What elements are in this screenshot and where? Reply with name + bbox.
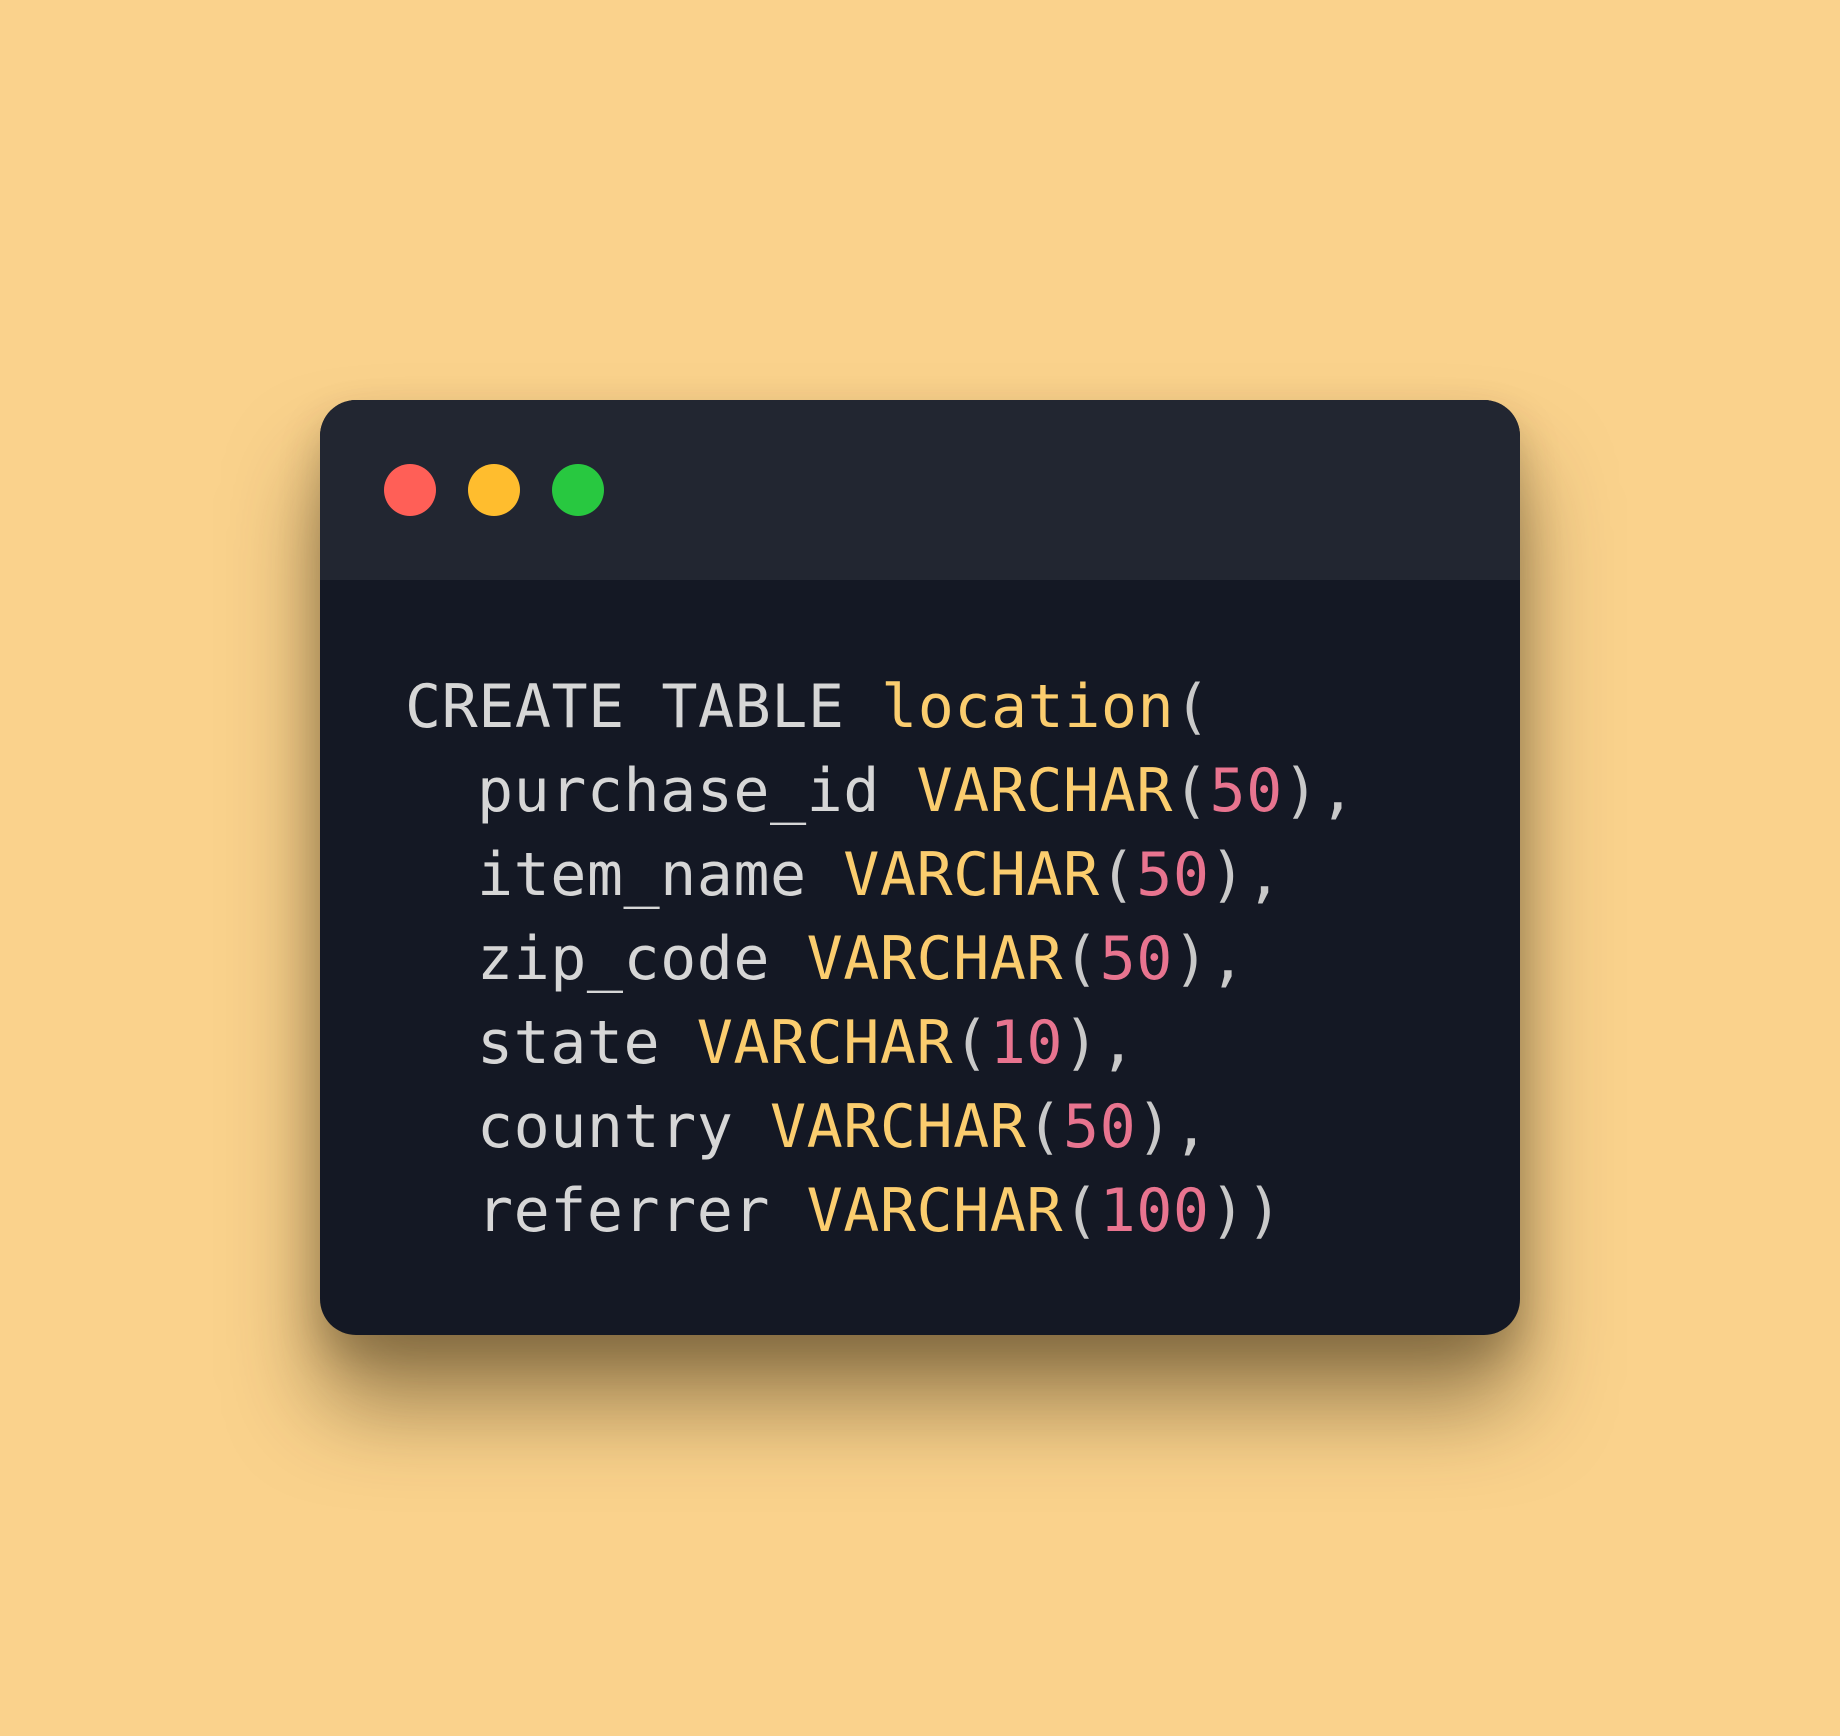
code-line: purchase_id VARCHAR(50),	[405, 749, 1356, 833]
code-punctuation: (	[1174, 672, 1211, 742]
code-punctuation: (	[1099, 840, 1137, 910]
code-punctuation: (	[1062, 1176, 1100, 1246]
code-column-name: referrer	[477, 1176, 807, 1246]
code-punctuation: (	[1062, 924, 1100, 994]
code-line: zip_code VARCHAR(50),	[405, 917, 1356, 1001]
code-keyword: CREATE TABLE	[405, 672, 882, 742]
code-number: 50	[1099, 924, 1173, 994]
code-line: referrer VARCHAR(100))	[405, 1169, 1356, 1253]
code-punctuation: ),	[1209, 840, 1283, 910]
code-punctuation: ))	[1209, 1176, 1283, 1246]
code-line: CREATE TABLE location(	[405, 665, 1356, 749]
code-punctuation: (	[1026, 1092, 1063, 1162]
code-identifier: location	[881, 672, 1175, 742]
code-number: 50	[1062, 1092, 1137, 1162]
close-button[interactable]	[384, 464, 436, 516]
code-column-name: item_name	[477, 840, 844, 910]
code-type: VARCHAR	[916, 756, 1173, 826]
window-title-bar	[320, 400, 1520, 580]
code-type: VARCHAR	[696, 1008, 954, 1078]
code-number: 100	[1099, 1176, 1210, 1246]
code-type: VARCHAR	[806, 924, 1063, 994]
code-line: state VARCHAR(10),	[405, 1001, 1356, 1085]
code-type: VARCHAR	[769, 1092, 1027, 1162]
code-punctuation: (	[1172, 756, 1210, 826]
code-column-name: zip_code	[477, 924, 807, 994]
code-punctuation: ),	[1282, 756, 1356, 826]
code-number: 50	[1209, 756, 1283, 826]
minimize-button[interactable]	[468, 464, 520, 516]
code-punctuation: ),	[1136, 1092, 1210, 1162]
code-window: CREATE TABLE location(purchase_id VARCHA…	[320, 400, 1520, 1335]
code-number: 10	[989, 1008, 1063, 1078]
maximize-button[interactable]	[552, 464, 604, 516]
code-line: item_name VARCHAR(50),	[405, 833, 1356, 917]
code-punctuation: ),	[1172, 924, 1247, 994]
code-type: VARCHAR	[806, 1176, 1063, 1246]
code-block: CREATE TABLE location(purchase_id VARCHA…	[405, 665, 1356, 1253]
code-column-name: country	[477, 1092, 770, 1162]
code-number: 50	[1136, 840, 1210, 910]
code-column-name: purchase_id	[477, 756, 917, 826]
code-line: country VARCHAR(50),	[405, 1085, 1356, 1169]
code-type: VARCHAR	[843, 840, 1100, 910]
code-punctuation: (	[953, 1008, 990, 1078]
code-punctuation: ),	[1063, 1008, 1137, 1078]
code-column-name: state	[477, 1008, 697, 1078]
